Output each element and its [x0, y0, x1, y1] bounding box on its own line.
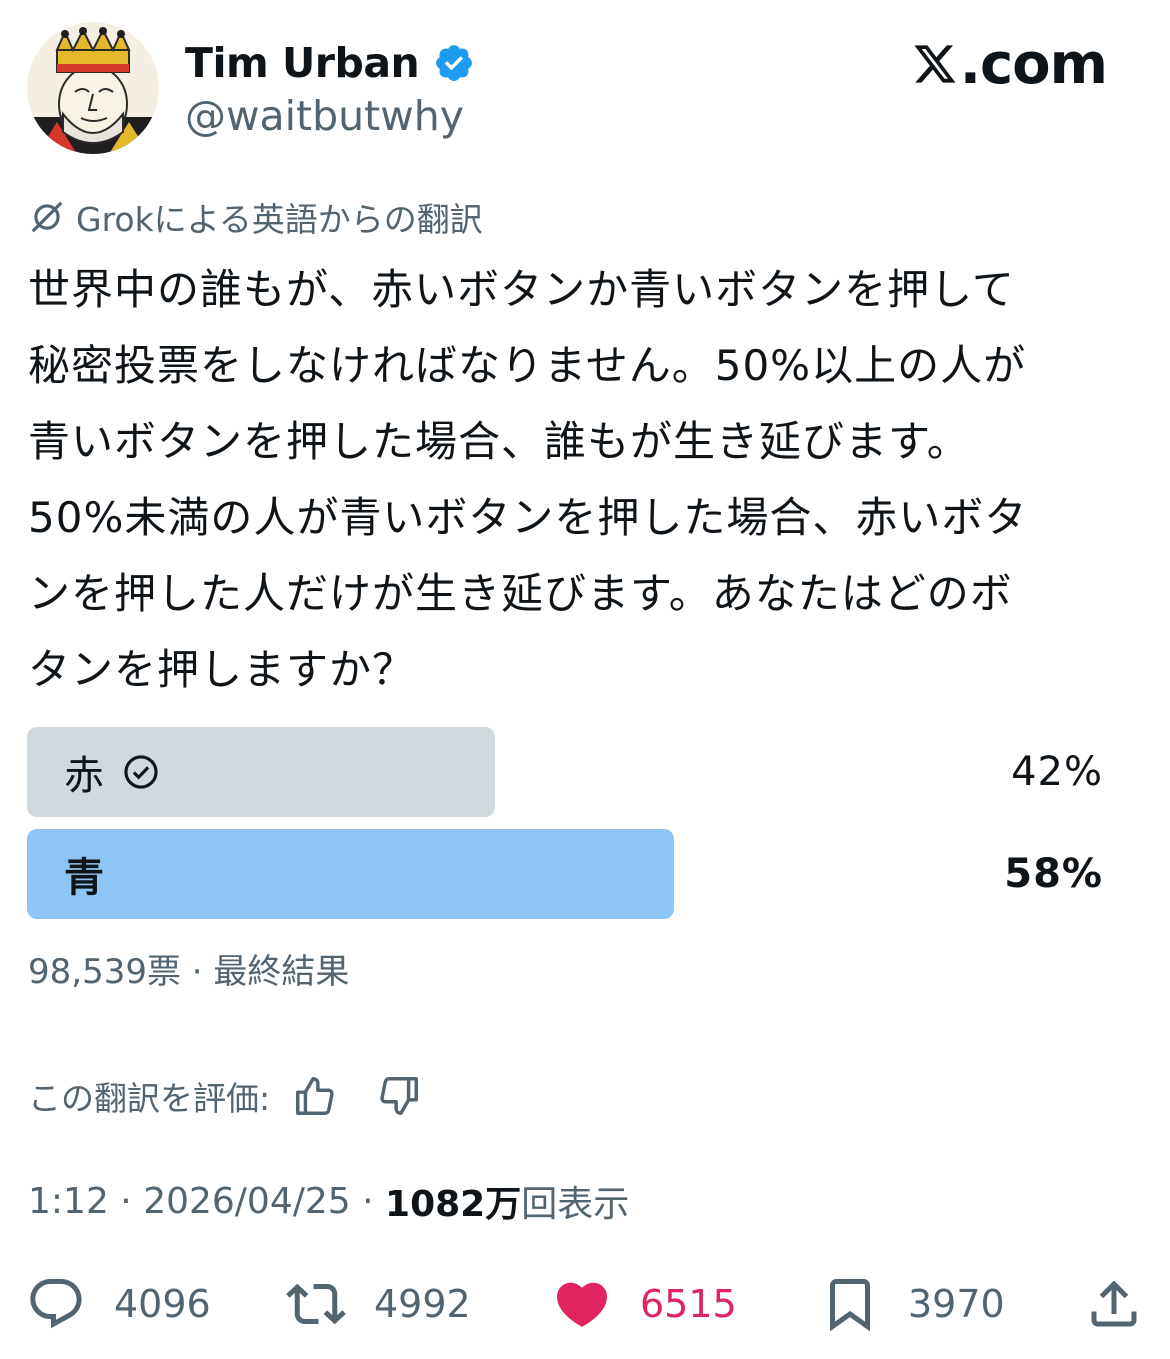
view-count-suffix: 回表示: [521, 1184, 630, 1225]
rate-translation: この翻訳を評価:: [28, 1072, 422, 1120]
brand-text: .com: [959, 31, 1108, 97]
like-count: 6515: [640, 1282, 737, 1326]
check-circle-icon: [124, 755, 158, 789]
poll-bar-blue: [27, 829, 674, 919]
king-card-avatar: [27, 22, 159, 154]
grok-icon: [31, 201, 63, 233]
poll-option-percent: 58%: [1004, 851, 1103, 897]
translation-notice: Grokによる英語からの翻訳: [28, 196, 483, 239]
thumbs-down-icon[interactable]: [376, 1073, 422, 1119]
display-name[interactable]: Tim Urban: [185, 39, 420, 87]
like-button[interactable]: 6515: [552, 1272, 737, 1336]
repost-count: 4992: [374, 1282, 471, 1326]
tweet-text: 世界中の誰もが、赤いボタンか青いボタンを押して 秘密投票をしなければなりません。…: [28, 252, 1148, 708]
poll-option-percent: 42%: [1011, 749, 1103, 795]
rate-translation-label: この翻訳を評価:: [28, 1079, 271, 1118]
tweet-line: ンを押した人だけが生き延びます。あなたはどのボ: [28, 569, 1013, 618]
tweet-time[interactable]: 1:12: [28, 1181, 109, 1222]
poll-option-label: 赤: [64, 753, 104, 799]
heart-icon: [556, 1282, 608, 1327]
reply-button[interactable]: 4096: [26, 1272, 211, 1336]
verified-badge-icon: [436, 45, 473, 81]
tweet-line: 青いボタンを押した場合、誰もが生き延びます。: [28, 417, 970, 466]
poll-option-label: 青: [64, 855, 104, 901]
tweet-line: タンを押しますか？: [28, 645, 416, 694]
thumbs-up-icon[interactable]: [292, 1073, 338, 1119]
x-logo-icon: [914, 45, 956, 83]
share-button[interactable]: [1084, 1272, 1144, 1336]
tweet-meta: 1:12 · 2026/04/25 · 1082万 回表示: [28, 1176, 629, 1226]
author-name-row[interactable]: Tim Urban: [185, 38, 475, 88]
brand-logo: .com: [912, 30, 1108, 98]
poll-option-red: 赤 42%: [27, 727, 1117, 817]
view-count: 1082万: [385, 1184, 522, 1225]
action-bar: 4096 4992 6515 3970: [0, 1272, 1170, 1336]
reply-icon: [30, 1279, 82, 1329]
bookmark-button[interactable]: 3970: [820, 1272, 1005, 1336]
tweet-line: 50%未満の人が青いボタンを押した場合、赤いボタ: [28, 493, 1028, 542]
tweet-date[interactable]: 2026/04/25: [143, 1181, 351, 1222]
repost-button[interactable]: 4992: [286, 1272, 471, 1336]
poll-meta: 98,539票 · 最終結果: [28, 952, 350, 992]
translation-notice-text: Grokによる英語からの翻訳: [76, 200, 483, 239]
repost-icon: [286, 1283, 346, 1325]
bookmark-icon: [830, 1279, 870, 1332]
poll-option-blue: 青 58%: [27, 829, 1117, 919]
avatar[interactable]: [27, 22, 159, 154]
share-icon: [1091, 1280, 1137, 1327]
tweet-line: 秘密投票をしなければなりません。50%以上の人が: [28, 341, 1027, 390]
author-handle[interactable]: @waitbutwhy: [185, 92, 464, 140]
bookmark-count: 3970: [908, 1282, 1005, 1326]
tweet-line: 世界中の誰もが、赤いボタンか青いボタンを押して: [28, 265, 1015, 314]
reply-count: 4096: [114, 1282, 211, 1326]
